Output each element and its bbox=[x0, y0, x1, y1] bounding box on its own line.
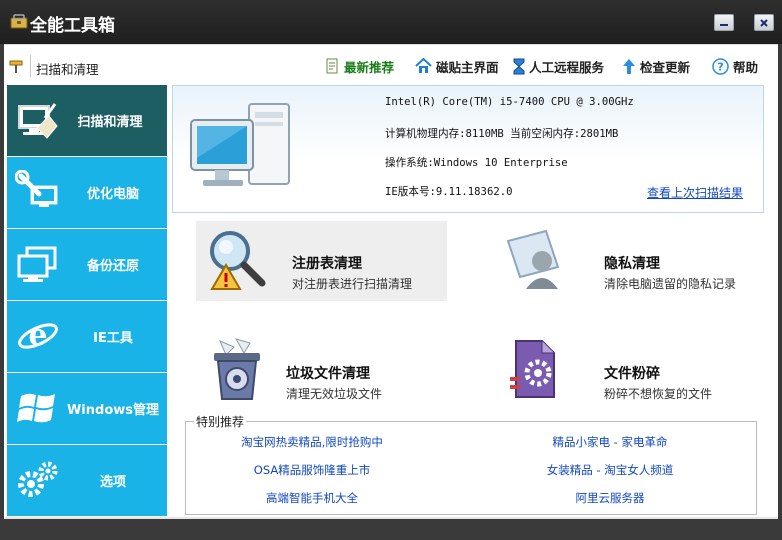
junk-file-clean-tile[interactable]: 垃圾文件清理 清理无效垃圾文件 bbox=[196, 331, 447, 411]
recommend-link[interactable]: 精品小家电 - 家电革命 bbox=[510, 434, 710, 450]
tile-description: 清理无效垃圾文件 bbox=[286, 387, 383, 401]
memory-info: 计算机物理内存:8110MB 当前空闲内存:2801MB bbox=[385, 128, 619, 140]
ie-icon: e bbox=[18, 318, 58, 353]
svg-text:e: e bbox=[28, 318, 47, 353]
monitors-icon bbox=[17, 246, 57, 282]
cpu-info: Intel(R) Core(TM) i5-7400 CPU @ 3.00GHz bbox=[385, 96, 634, 108]
registry-magnifier-icon bbox=[210, 231, 266, 290]
sidebar-item-label: IE工具 bbox=[93, 331, 133, 346]
sidebar-item-ie-tools[interactable]: e IE工具 bbox=[7, 301, 167, 372]
remote-service-link[interactable]: 人工远程服务 bbox=[513, 56, 604, 76]
toolbar-divider bbox=[30, 55, 31, 77]
close-icon bbox=[760, 18, 768, 27]
sidebar-item-label: 备份还原 bbox=[86, 259, 139, 274]
svg-text:?: ? bbox=[717, 60, 723, 73]
main-panel: Intel(R) Core(TM) i5-7400 CPU @ 3.00GHz … bbox=[172, 85, 776, 516]
toolbar: 扫描和清理 最新推荐 磁贴主界面 人工远程服务 检查更新 ? 帮助 bbox=[4, 45, 778, 85]
recommend-link[interactable]: 淘宝网热卖精品,限时抢购中 bbox=[212, 434, 412, 450]
tile-description: 对注册表进行扫描清理 bbox=[292, 277, 413, 291]
view-last-scan-link[interactable]: 查看上次扫描结果 bbox=[647, 184, 743, 201]
tile-title: 隐私清理 bbox=[604, 256, 660, 272]
tile-title: 注册表清理 bbox=[292, 256, 362, 272]
file-shredder-icon bbox=[510, 340, 555, 398]
close-button[interactable] bbox=[754, 14, 774, 31]
arrow-up-icon bbox=[623, 58, 635, 74]
minimize-button[interactable] bbox=[714, 14, 734, 31]
check-update-link[interactable]: 检查更新 bbox=[622, 56, 690, 76]
special-recommend-title: 特别推荐 bbox=[194, 413, 247, 430]
document-icon bbox=[326, 58, 338, 74]
tile-title: 垃圾文件清理 bbox=[286, 366, 370, 382]
trash-bin-icon bbox=[214, 338, 260, 400]
privacy-clean-tile[interactable]: 隐私清理 清除电脑遗留的隐私记录 bbox=[494, 221, 745, 301]
help-label: 帮助 bbox=[733, 59, 759, 75]
toolbox-icon bbox=[10, 14, 28, 29]
help-link[interactable]: ? 帮助 bbox=[712, 56, 758, 76]
privacy-user-icon bbox=[506, 229, 560, 289]
os-info: 操作系统:Windows 10 Enterprise bbox=[385, 157, 568, 169]
pin-icon bbox=[9, 60, 23, 73]
sidebar-item-windows-manage[interactable]: Windows管理 bbox=[7, 373, 167, 444]
sidebar-item-scan-clean[interactable]: 扫描和清理 bbox=[7, 85, 167, 156]
tile-home-link[interactable]: 磁贴主界面 bbox=[415, 56, 499, 76]
remote-service-label: 人工远程服务 bbox=[529, 59, 605, 75]
sidebar-item-label: Windows管理 bbox=[66, 403, 160, 418]
minimize-icon bbox=[720, 23, 728, 26]
windows-logo-icon bbox=[17, 393, 55, 423]
latest-recommend-label: 最新推荐 bbox=[344, 59, 395, 75]
ie-version-info: IE版本号:9.11.18362.0 bbox=[385, 186, 513, 198]
current-location-label: 扫描和清理 bbox=[36, 62, 99, 77]
home-icon bbox=[415, 58, 432, 73]
sidebar-item-optimize[interactable]: 优化电脑 bbox=[7, 157, 167, 228]
computer-icon bbox=[190, 103, 290, 186]
broom-pc-icon bbox=[18, 103, 58, 139]
status-strip bbox=[4, 517, 778, 519]
hourglass-icon bbox=[513, 58, 525, 74]
gears-icon bbox=[18, 461, 58, 497]
client-area: 扫描和清理 最新推荐 磁贴主界面 人工远程服务 检查更新 ? 帮助 扫描和清理 … bbox=[4, 44, 778, 519]
sidebar-item-options[interactable]: 选项 bbox=[7, 445, 167, 516]
check-update-label: 检查更新 bbox=[640, 59, 691, 75]
file-shredder-tile[interactable]: 文件粉碎 粉碎不想恢复的文件 bbox=[494, 331, 745, 411]
window-title: 全能工具箱 bbox=[30, 16, 115, 36]
help-icon: ? bbox=[712, 57, 729, 75]
recommend-link[interactable]: 阿里云服务器 bbox=[510, 490, 710, 506]
system-info-panel: Intel(R) Core(TM) i5-7400 CPU @ 3.00GHz … bbox=[172, 85, 764, 213]
sidebar-item-label: 优化电脑 bbox=[86, 187, 139, 202]
recommend-link[interactable]: OSA精品服饰隆重上市 bbox=[212, 462, 412, 478]
title-bar: 全能工具箱 bbox=[0, 0, 782, 44]
tile-description: 粉碎不想恢复的文件 bbox=[604, 387, 713, 401]
special-recommend-box: 特别推荐 淘宝网热卖精品,限时抢购中 OSA精品服饰隆重上市 高端智能手机大全 … bbox=[185, 413, 757, 515]
tile-description: 清除电脑遗留的隐私记录 bbox=[604, 277, 737, 291]
recommend-link[interactable]: 女装精品 - 淘宝女人频道 bbox=[510, 462, 710, 478]
tile-title: 文件粉碎 bbox=[604, 366, 660, 382]
sidebar: 扫描和清理 优化电脑 备份还原 e IE工具 Windows管理 选项 bbox=[7, 85, 167, 516]
tile-home-label: 磁贴主界面 bbox=[436, 59, 499, 75]
sidebar-item-label: 扫描和清理 bbox=[77, 115, 143, 130]
sidebar-item-label: 选项 bbox=[99, 475, 126, 490]
latest-recommend-link[interactable]: 最新推荐 bbox=[324, 56, 394, 76]
registry-clean-tile[interactable]: 注册表清理 对注册表进行扫描清理 bbox=[196, 221, 447, 301]
wrench-pc-icon bbox=[15, 170, 58, 207]
sidebar-item-backup-restore[interactable]: 备份还原 bbox=[7, 229, 167, 300]
recommend-link[interactable]: 高端智能手机大全 bbox=[212, 490, 412, 506]
